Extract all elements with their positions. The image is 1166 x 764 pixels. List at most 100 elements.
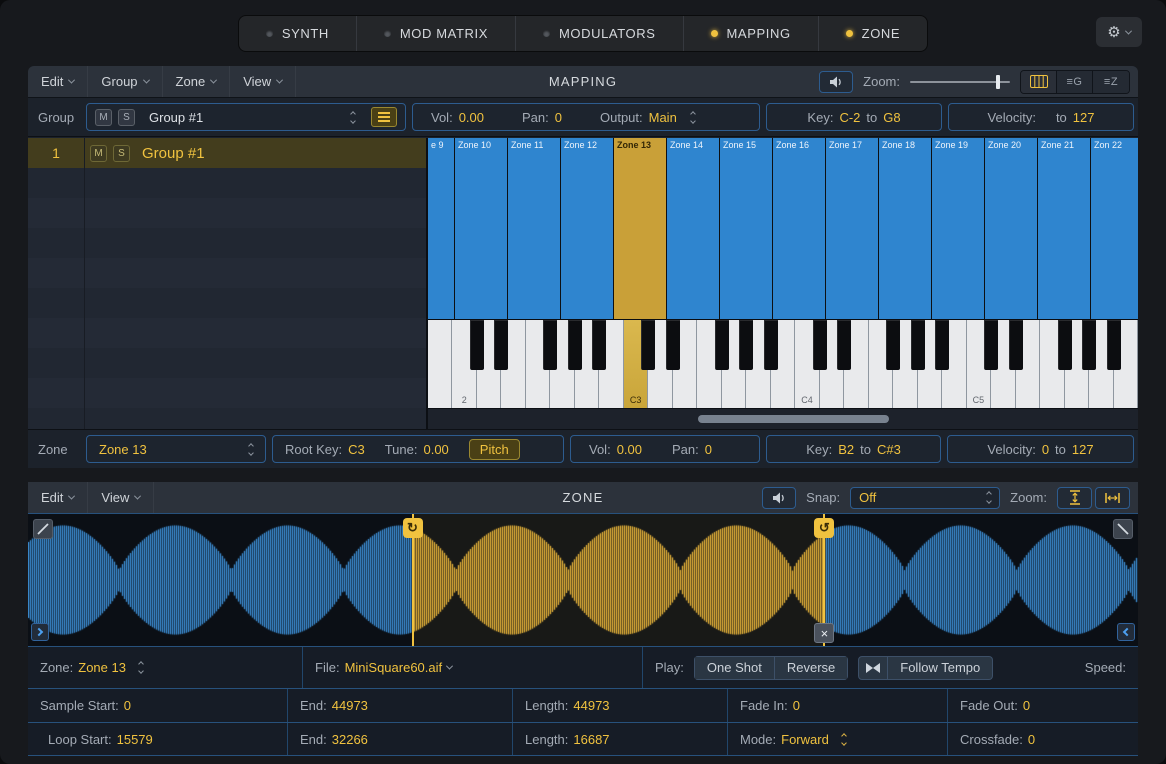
group-key-low-value[interactable]: C-2 <box>839 110 860 125</box>
zone-strip[interactable]: Zone 14 <box>667 138 719 319</box>
zone-strip[interactable]: Zone 21 <box>1038 138 1090 319</box>
loop-length-value[interactable]: 16687 <box>573 732 609 747</box>
sample-start-value[interactable]: 0 <box>124 698 131 713</box>
snap-select[interactable]: Off <box>850 487 1000 509</box>
zone-strip[interactable]: Zone 12 <box>561 138 613 319</box>
zone-pan-value[interactable]: 0 <box>705 442 712 457</box>
group-mute-button[interactable]: M <box>95 109 112 126</box>
group-vol-value[interactable]: 0.00 <box>459 110 484 125</box>
fade-out-value[interactable]: 0 <box>1023 698 1030 713</box>
fade-in-handle[interactable] <box>33 519 53 539</box>
zone-strip[interactable]: Zone 10 <box>455 138 507 319</box>
scrollbar-thumb[interactable] <box>698 415 890 423</box>
piano-black-key[interactable] <box>715 320 729 370</box>
audition-button[interactable] <box>819 71 853 93</box>
piano-black-key[interactable] <box>984 320 998 370</box>
zone-velocity-high-value[interactable]: 127 <box>1072 442 1094 457</box>
piano-black-key[interactable] <box>666 320 680 370</box>
piano-black-key[interactable] <box>886 320 900 370</box>
zone-strip[interactable]: Zone 15 <box>720 138 772 319</box>
group-output-value[interactable]: Main <box>649 110 677 125</box>
group-key-high-value[interactable]: G8 <box>883 110 900 125</box>
zone-strip[interactable]: Zon 22 <box>1091 138 1138 319</box>
file-value[interactable]: MiniSquare60.aif <box>345 660 443 675</box>
one-shot-button[interactable]: One Shot <box>694 656 775 680</box>
zone-strip[interactable]: Zone 20 <box>985 138 1037 319</box>
loop-mode-cell[interactable]: Mode:Forward <box>728 723 948 755</box>
fade-in-value[interactable]: 0 <box>793 698 800 713</box>
zone-strip[interactable]: Zone 11 <box>508 138 560 319</box>
zone-key-low-value[interactable]: B2 <box>838 442 854 457</box>
tab-mod-matrix[interactable]: MOD MATRIX <box>357 16 516 51</box>
group-selector[interactable]: M S Group #1 <box>86 103 406 131</box>
loop-end-flag[interactable]: ↺ <box>814 518 834 538</box>
zone-name[interactable]: Zone 13 <box>99 442 235 457</box>
sample-end-handle[interactable] <box>1117 623 1135 641</box>
loop-crossfade-toggle[interactable] <box>858 656 888 680</box>
zone-select-cell[interactable]: Zone: Zone 13 <box>28 647 303 688</box>
tab-modulators[interactable]: MODULATORS <box>516 16 684 51</box>
zone-strip[interactable]: e 9 <box>428 138 454 319</box>
reverse-button[interactable]: Reverse <box>775 656 848 680</box>
settings-menu-button[interactable]: ⚙ <box>1096 17 1142 47</box>
group-name[interactable]: Group #1 <box>149 110 337 125</box>
piano-black-key[interactable] <box>911 320 925 370</box>
piano-black-key[interactable] <box>470 320 484 370</box>
sample-length-value[interactable]: 44973 <box>573 698 609 713</box>
group-row-mute-button[interactable]: M <box>90 145 107 162</box>
piano-black-key[interactable] <box>764 320 778 370</box>
zone-key-high-value[interactable]: C#3 <box>877 442 901 457</box>
zone-strip[interactable]: Zone 16 <box>773 138 825 319</box>
tab-zone[interactable]: ZONE <box>819 16 928 51</box>
zone-strip[interactable]: Zone 17 <box>826 138 878 319</box>
group-solo-button[interactable]: S <box>118 109 135 126</box>
edit-menu[interactable]: Edit <box>28 482 88 513</box>
group-menu[interactable]: Group <box>88 66 162 97</box>
zoom-vertical-button[interactable] <box>1057 487 1092 509</box>
tab-mapping[interactable]: MAPPING <box>684 16 819 51</box>
zoom-slider-handle[interactable] <box>996 75 1000 89</box>
piano-black-key[interactable] <box>494 320 508 370</box>
piano-black-key[interactable] <box>641 320 655 370</box>
edit-menu[interactable]: Edit <box>28 66 88 97</box>
piano-black-key[interactable] <box>592 320 606 370</box>
root-key-value[interactable]: C3 <box>348 442 365 457</box>
piano-black-key[interactable] <box>739 320 753 370</box>
zone-strip[interactable]: Zone 19 <box>932 138 984 319</box>
view-menu[interactable]: View <box>230 66 296 97</box>
piano-black-key[interactable] <box>1082 320 1096 370</box>
keyboard-scrollbar[interactable] <box>428 408 1138 429</box>
mode-value[interactable]: Forward <box>781 732 829 747</box>
piano-black-key[interactable] <box>568 320 582 370</box>
group-list-view-button[interactable]: ≡G <box>1057 71 1093 93</box>
piano-white-key[interactable] <box>428 320 452 408</box>
group-velocity-high-value[interactable]: 127 <box>1073 110 1095 125</box>
zoom-horizontal-button[interactable] <box>1095 487 1130 509</box>
sample-end-value[interactable]: 44973 <box>332 698 368 713</box>
sample-start-handle[interactable] <box>31 623 49 641</box>
zone-list-view-button[interactable]: ≡Z <box>1093 71 1129 93</box>
fade-out-handle[interactable] <box>1113 519 1133 539</box>
piano-black-key[interactable] <box>543 320 557 370</box>
piano-black-key[interactable] <box>1107 320 1121 370</box>
group-row[interactable]: 1 M S Group #1 <box>28 138 426 168</box>
piano-black-key[interactable] <box>837 320 851 370</box>
zone-value[interactable]: Zone 13 <box>78 660 126 675</box>
piano-black-key[interactable] <box>1058 320 1072 370</box>
zone-strip[interactable]: Zone 18 <box>879 138 931 319</box>
group-row-solo-button[interactable]: S <box>113 145 130 162</box>
keyboard-view-button[interactable] <box>1021 71 1057 93</box>
zoom-slider[interactable] <box>910 71 1010 93</box>
loop-start-value[interactable]: 15579 <box>117 732 153 747</box>
file-cell[interactable]: File: MiniSquare60.aif <box>303 647 643 688</box>
pitch-button[interactable]: Pitch <box>469 439 520 460</box>
piano-black-key[interactable] <box>813 320 827 370</box>
group-pan-value[interactable]: 0 <box>555 110 562 125</box>
loop-clear-button[interactable]: × <box>814 623 834 643</box>
zone-menu[interactable]: Zone <box>163 66 231 97</box>
piano-black-key[interactable] <box>1009 320 1023 370</box>
zone-strip[interactable]: Zone 13 <box>614 138 666 319</box>
loop-start-flag[interactable]: ↻ <box>403 518 423 538</box>
audition-button[interactable] <box>762 487 796 509</box>
zone-velocity-low-value[interactable]: 0 <box>1042 442 1049 457</box>
